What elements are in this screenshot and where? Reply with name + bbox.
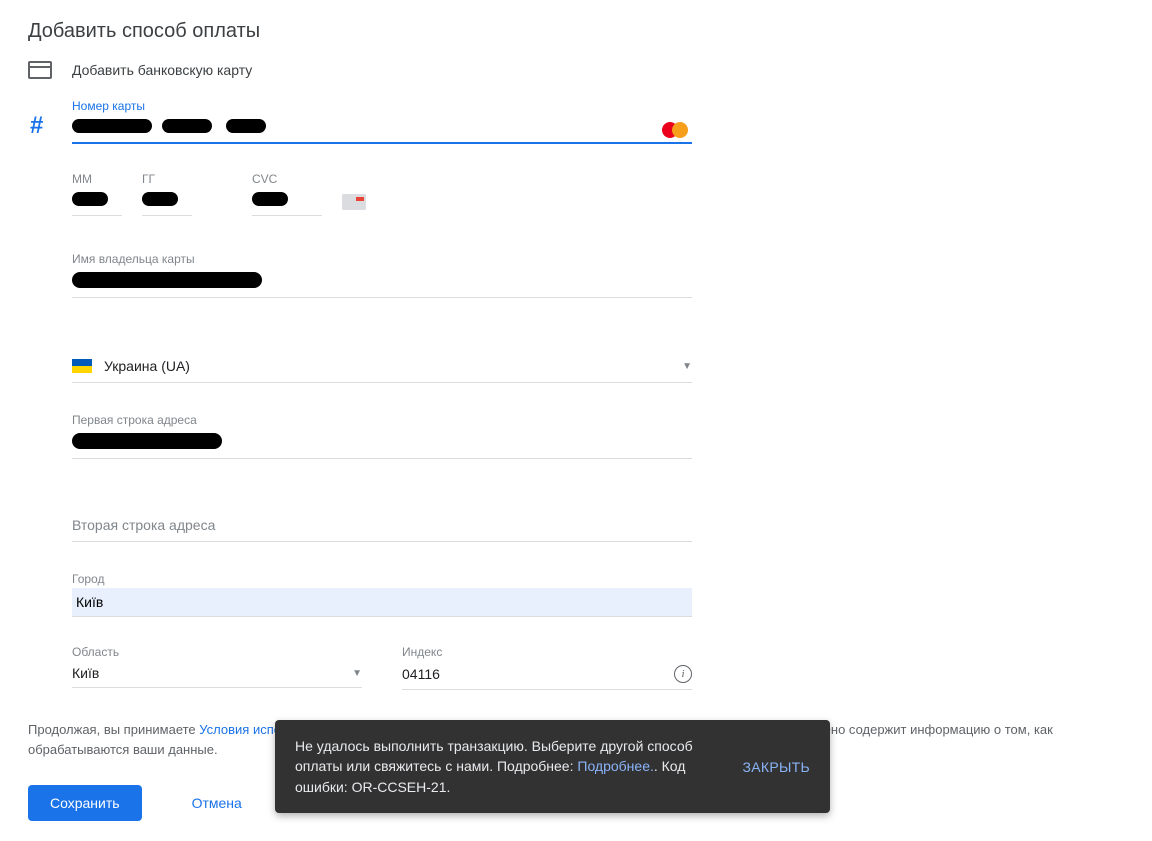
mastercard-icon	[662, 122, 688, 138]
chevron-down-icon: ▼	[682, 361, 692, 372]
chevron-down-icon: ▼	[352, 668, 362, 679]
cvc-help-icon	[342, 194, 366, 210]
region-label: Область	[72, 645, 362, 659]
month-label: ММ	[72, 172, 122, 186]
region-value: Київ	[72, 665, 352, 681]
year-label: ГГ	[142, 172, 192, 186]
flag-ukraine-icon	[72, 359, 92, 373]
city-label: Город	[72, 572, 692, 586]
save-button[interactable]: Сохранить	[28, 785, 142, 821]
card-type-row: Добавить банковскую карту	[28, 61, 1124, 79]
year-input[interactable]	[142, 188, 192, 216]
month-input[interactable]	[72, 188, 122, 216]
city-input[interactable]	[72, 588, 692, 617]
index-label: Индекс	[402, 645, 692, 659]
cardholder-label: Имя владельца карты	[72, 252, 692, 266]
cardholder-input[interactable]	[72, 268, 692, 298]
toast-message: Не удалось выполнить транзакцию. Выберит…	[295, 736, 718, 797]
address1-label: Первая строка адреса	[72, 413, 692, 427]
toast-close-button[interactable]: ЗАКРЫТЬ	[742, 759, 810, 775]
error-toast: Не удалось выполнить транзакцию. Выберит…	[275, 720, 830, 813]
region-select[interactable]: Київ ▼	[72, 661, 362, 688]
card-number-label: Номер карты	[72, 99, 692, 113]
cancel-button[interactable]: Отмена	[192, 795, 242, 811]
toast-details-link[interactable]: Подробнее.	[577, 758, 654, 774]
info-icon[interactable]: i	[674, 665, 692, 683]
country-select[interactable]: Украина (UA) ▼	[72, 348, 692, 383]
page-title: Добавить способ оплаты	[28, 20, 1124, 43]
hash-icon: #	[30, 112, 43, 140]
cvc-input[interactable]	[252, 188, 322, 216]
index-input[interactable]: 04116	[402, 666, 674, 682]
card-number-input[interactable]	[72, 115, 692, 144]
country-value: Украина (UA)	[104, 358, 682, 374]
address2-input[interactable]: Вторая строка адреса	[72, 499, 692, 542]
credit-card-icon	[28, 61, 52, 79]
address1-input[interactable]	[72, 429, 692, 459]
cvc-label: CVC	[252, 172, 322, 186]
card-type-label: Добавить банковскую карту	[72, 62, 252, 78]
